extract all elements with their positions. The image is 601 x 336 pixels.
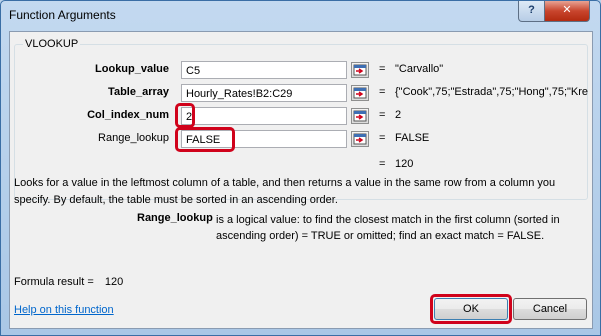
formula-result: Formula result = 120 xyxy=(14,276,123,288)
collapse-dialog-icon[interactable] xyxy=(351,131,369,147)
collapse-dialog-icon[interactable] xyxy=(351,62,369,78)
lookup-value-input[interactable]: C5 xyxy=(181,61,347,79)
formula-result-label: Formula result = xyxy=(14,276,94,288)
table-array-input[interactable]: Hourly_Rates!B2:C29 xyxy=(181,84,347,102)
table-array-label: Table_array xyxy=(108,86,169,98)
equals-sign: = xyxy=(379,158,386,170)
help-on-function-link[interactable]: Help on this function xyxy=(14,304,114,316)
lookup-value-label: Lookup_value xyxy=(95,63,169,75)
equals-sign: = xyxy=(379,86,386,98)
equals-sign: = xyxy=(379,63,386,75)
function-arguments-dialog: Function Arguments ? ✕ VLOOKUP Lookup_va… xyxy=(0,0,601,336)
col-index-num-result: 2 xyxy=(395,109,402,121)
ok-button-highlight xyxy=(430,294,512,324)
help-icon[interactable]: ? xyxy=(518,1,545,22)
close-icon[interactable]: ✕ xyxy=(544,1,590,22)
cancel-button[interactable]: Cancel xyxy=(513,298,587,320)
equals-sign: = xyxy=(379,132,386,144)
argument-help-text: is a logical value: to find the closest … xyxy=(216,214,560,242)
window-title: Function Arguments xyxy=(9,8,116,22)
lookup-value-result: "Carvallo" xyxy=(395,63,444,75)
function-name: VLOOKUP xyxy=(23,38,81,50)
collapse-dialog-icon[interactable] xyxy=(351,85,369,101)
col-index-num-label: Col_index_num xyxy=(87,109,169,121)
argument-help-label: Range_lookup xyxy=(137,212,213,224)
range-lookup-label: Range_lookup xyxy=(98,132,169,144)
table-array-result: {"Cook",75;"Estrada",75;"Hong",75;"Kre xyxy=(395,86,589,98)
range-lookup-result: FALSE xyxy=(395,132,430,144)
title-bar[interactable]: Function Arguments ? ✕ xyxy=(1,1,600,31)
dialog-body: VLOOKUP Lookup_value C5 = "Carvallo" Tab… xyxy=(9,31,593,329)
function-description: Looks for a value in the leftmost column… xyxy=(14,177,556,206)
col-index-num-input[interactable]: 2 xyxy=(181,107,347,125)
equals-sign: = xyxy=(379,109,386,121)
col-index-highlight xyxy=(175,103,195,128)
range-lookup-highlight xyxy=(175,127,235,152)
function-result: 120 xyxy=(395,158,414,170)
formula-result-value: 120 xyxy=(104,276,124,288)
collapse-dialog-icon[interactable] xyxy=(351,108,369,124)
